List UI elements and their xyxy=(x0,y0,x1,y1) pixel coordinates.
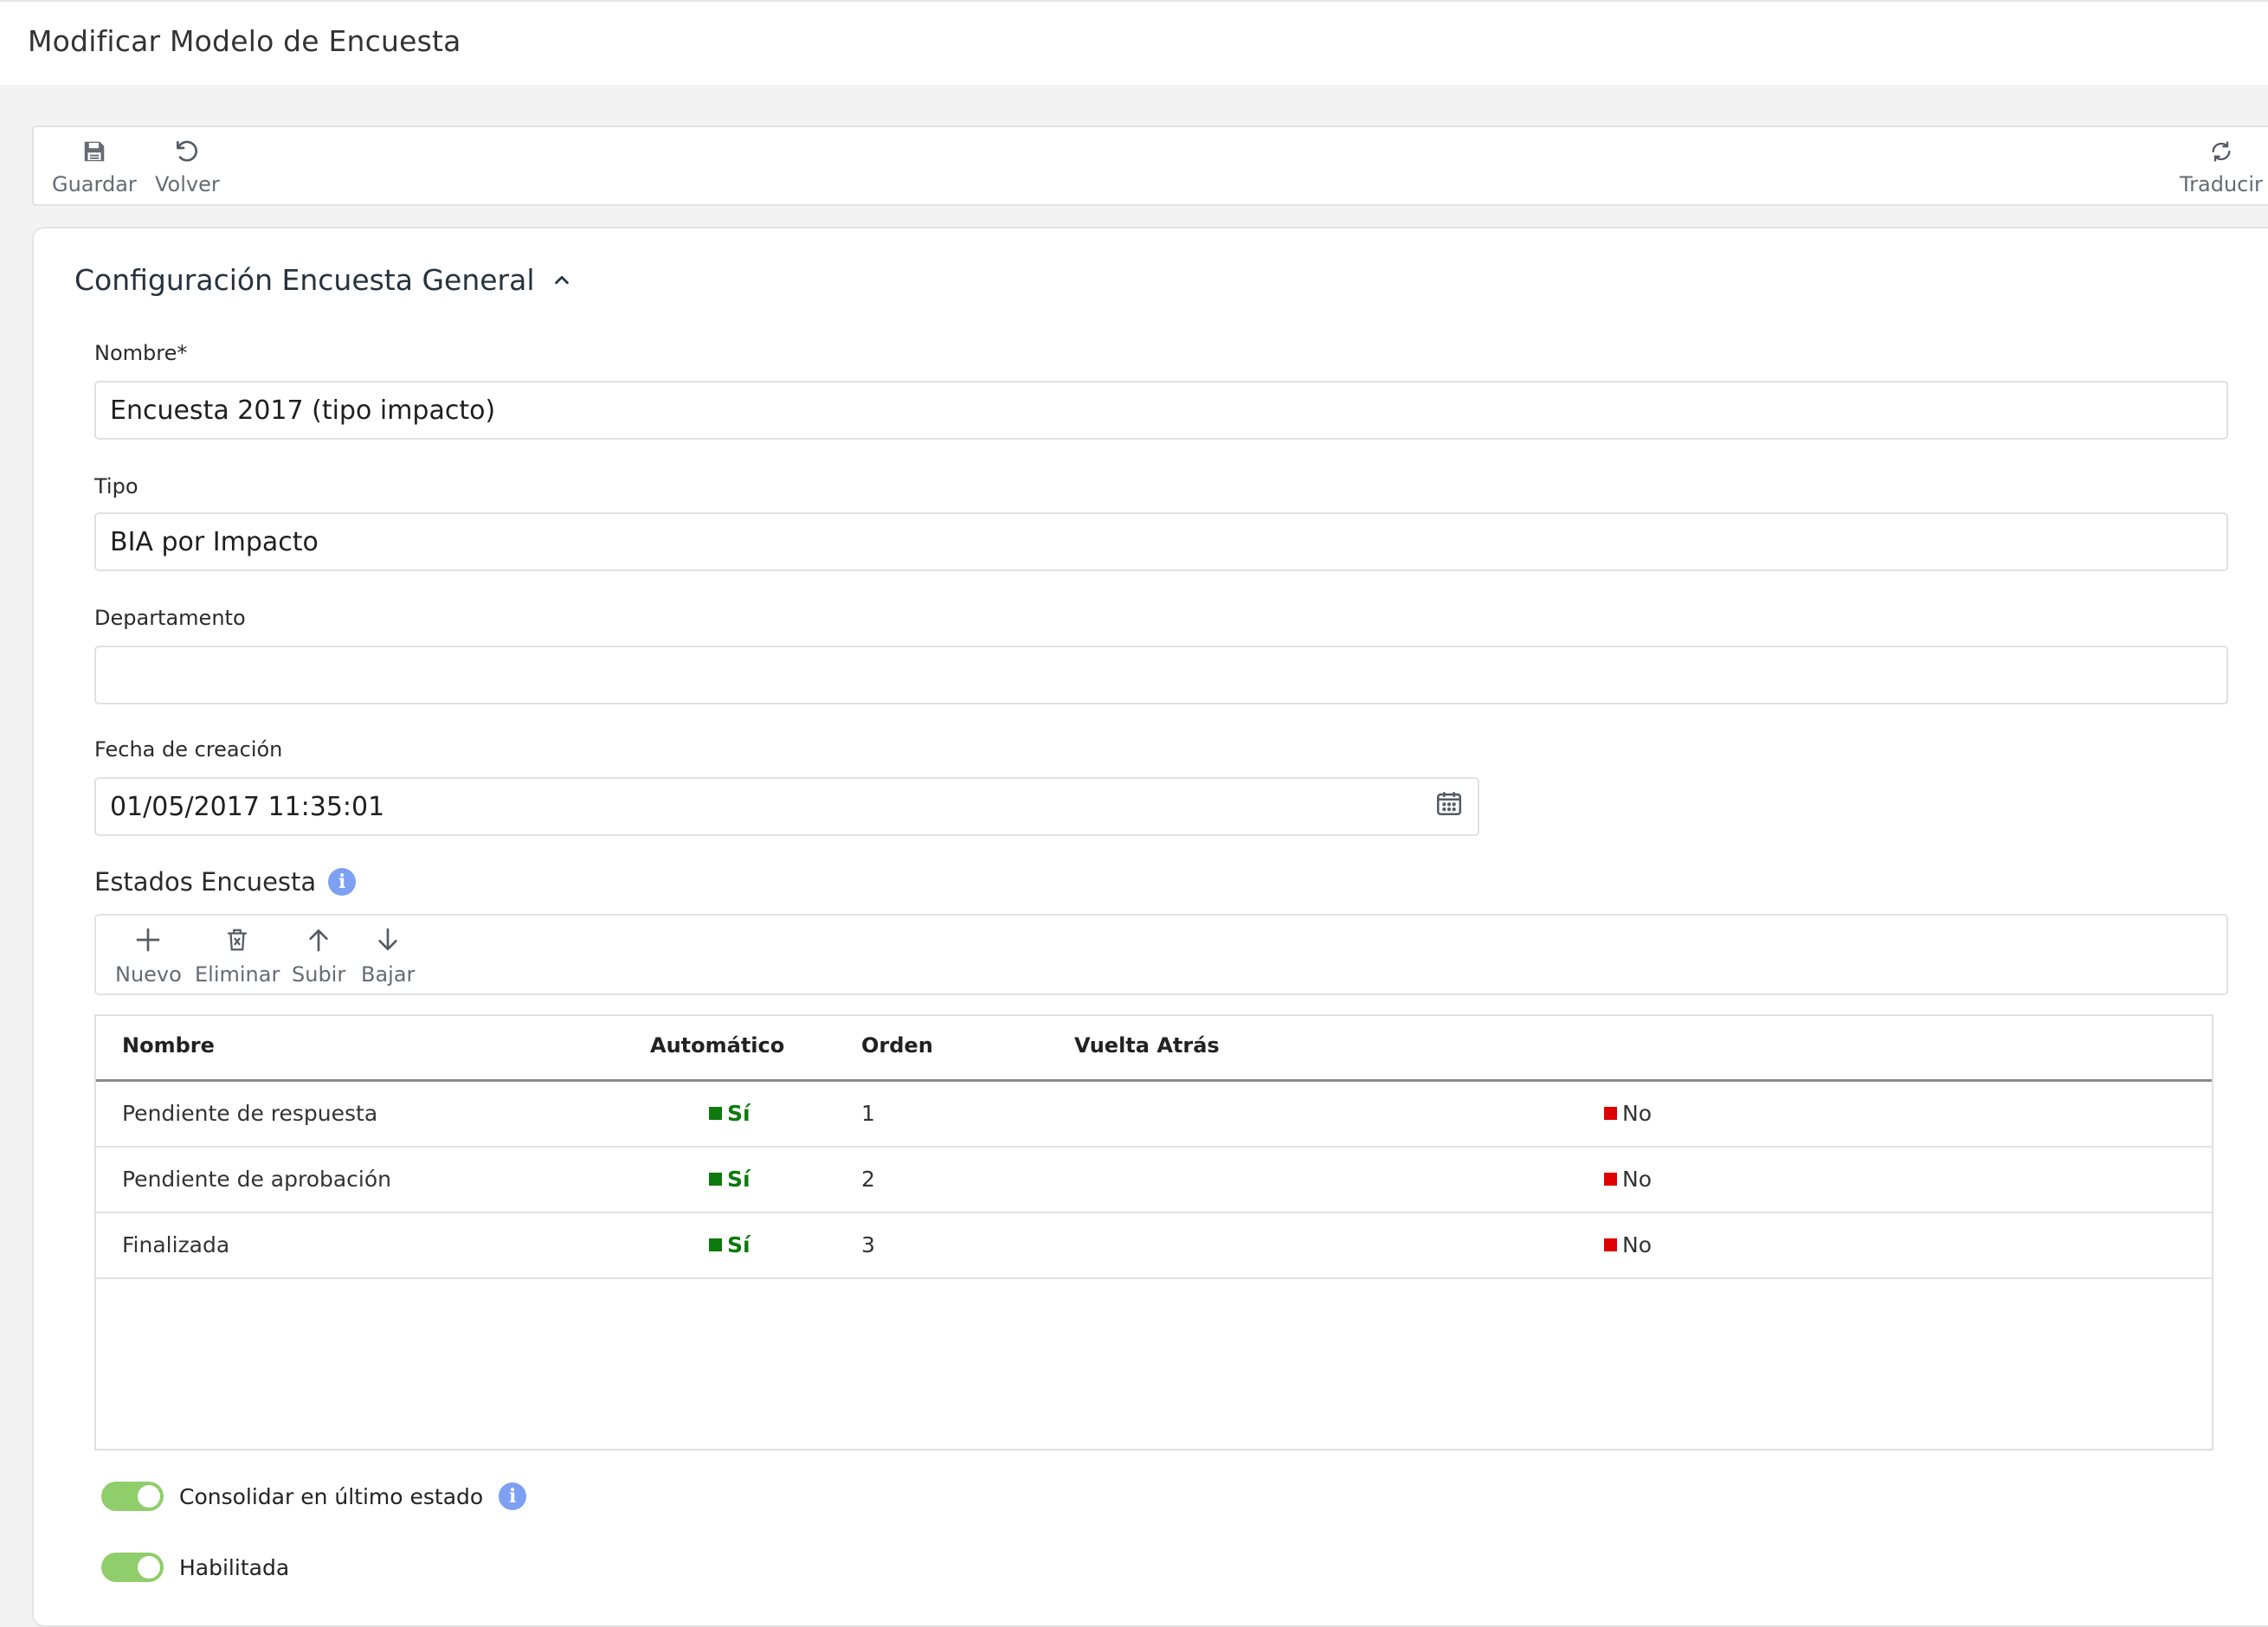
departamento-label: Departamento xyxy=(94,606,246,630)
plus-icon xyxy=(131,921,165,959)
vuelta-value: No xyxy=(1622,1101,1652,1126)
info-icon[interactable]: i xyxy=(499,1482,527,1510)
arrow-down-icon xyxy=(370,921,405,959)
status-square-green xyxy=(709,1173,722,1186)
automatico-value: Sí xyxy=(727,1232,751,1257)
cell-nombre: Pendiente de respuesta xyxy=(122,1101,378,1126)
toggle-knob xyxy=(138,1485,160,1508)
cell-orden: 2 xyxy=(861,1167,875,1192)
consolidar-row: Consolidar en último estado i xyxy=(101,1482,527,1511)
header-bar: Modificar Modelo de Encuesta xyxy=(0,0,2268,85)
fecha-value: 01/05/2017 11:35:01 xyxy=(110,791,385,822)
delete-label: Eliminar xyxy=(195,962,280,987)
habilitada-toggle[interactable] xyxy=(101,1553,164,1582)
cell-orden: 3 xyxy=(861,1232,875,1257)
section-header[interactable]: Configuración Encuesta General xyxy=(74,263,571,297)
col-vuelta-atras[interactable]: Vuelta Atrás xyxy=(1074,1033,1220,1058)
new-button[interactable]: Nuevo xyxy=(115,921,182,987)
delete-button[interactable]: Eliminar xyxy=(195,921,280,987)
nombre-value: Encuesta 2017 (tipo impacto) xyxy=(110,395,496,426)
vuelta-value: No xyxy=(1622,1167,1652,1192)
info-icon[interactable]: i xyxy=(328,868,357,896)
save-button[interactable]: Guardar xyxy=(52,134,137,196)
departamento-input[interactable] xyxy=(94,646,2228,704)
cell-vuelta: No xyxy=(1604,1232,1652,1257)
status-square-red xyxy=(1604,1173,1617,1186)
tipo-value: BIA por Impacto xyxy=(110,526,319,557)
col-orden[interactable]: Orden xyxy=(861,1033,933,1058)
cell-nombre: Pendiente de aprobación xyxy=(122,1167,392,1192)
estados-heading: Estados Encuesta i xyxy=(94,867,357,897)
calendar-icon[interactable] xyxy=(1434,788,1464,825)
estados-title: Estados Encuesta xyxy=(94,867,317,897)
tipo-select[interactable]: BIA por Impacto xyxy=(94,512,2228,571)
cell-automatico: Sí xyxy=(709,1232,751,1257)
table-row[interactable]: Pendiente de aprobación Sí 2 No xyxy=(96,1148,2212,1213)
status-square-green xyxy=(709,1238,722,1251)
vuelta-value: No xyxy=(1622,1232,1652,1257)
main-toolbar: Guardar Volver Traducir xyxy=(32,125,2268,206)
cell-automatico: Sí xyxy=(709,1101,751,1126)
config-card: Configuración Encuesta General Nombre* E… xyxy=(32,227,2268,1627)
habilitada-row: Habilitada xyxy=(101,1553,289,1582)
table-row[interactable]: Pendiente de respuesta Sí 1 No xyxy=(96,1082,2212,1148)
page-title: Modificar Modelo de Encuesta xyxy=(28,24,461,58)
new-label: Nuevo xyxy=(115,962,182,987)
save-label: Guardar xyxy=(52,172,137,196)
status-square-red xyxy=(1604,1107,1617,1120)
move-up-button[interactable]: Subir xyxy=(292,921,345,987)
automatico-value: Sí xyxy=(727,1167,751,1192)
cell-nombre: Finalizada xyxy=(122,1232,230,1257)
translate-button[interactable]: Traducir xyxy=(2180,134,2263,196)
consolidar-label: Consolidar en último estado xyxy=(179,1483,484,1509)
col-nombre[interactable]: Nombre xyxy=(122,1033,215,1058)
nombre-label: Nombre* xyxy=(94,341,188,365)
nombre-input[interactable]: Encuesta 2017 (tipo impacto) xyxy=(94,381,2228,440)
automatico-value: Sí xyxy=(727,1101,751,1126)
cell-vuelta: No xyxy=(1604,1167,1652,1192)
back-button[interactable]: Volver xyxy=(155,134,220,196)
habilitada-label: Habilitada xyxy=(179,1554,290,1580)
save-icon xyxy=(77,134,112,169)
estados-grid: Nombre Automático Orden Vuelta Atrás Pen… xyxy=(94,1014,2213,1450)
fecha-input[interactable]: 01/05/2017 11:35:01 xyxy=(94,777,1479,836)
down-label: Bajar xyxy=(361,962,416,987)
trash-icon xyxy=(220,921,255,959)
status-square-green xyxy=(709,1107,722,1120)
toggle-knob xyxy=(138,1556,160,1579)
tipo-label: Tipo xyxy=(94,474,139,498)
refresh-icon xyxy=(2204,134,2239,169)
consolidar-toggle[interactable] xyxy=(101,1482,164,1511)
translate-label: Traducir xyxy=(2180,172,2263,196)
cell-vuelta: No xyxy=(1604,1101,1652,1126)
up-label: Subir xyxy=(292,962,346,987)
cell-orden: 1 xyxy=(861,1101,875,1126)
status-square-red xyxy=(1604,1238,1617,1251)
col-automatico[interactable]: Automático xyxy=(650,1033,784,1058)
table-row[interactable]: Finalizada Sí 3 No xyxy=(96,1213,2212,1279)
fecha-label: Fecha de creación xyxy=(94,737,283,762)
cell-automatico: Sí xyxy=(709,1167,751,1192)
move-down-button[interactable]: Bajar xyxy=(361,921,415,987)
undo-icon xyxy=(170,134,204,169)
estados-toolbar: Nuevo Eliminar Subir Bajar xyxy=(94,914,2228,995)
section-title: Configuración Encuesta General xyxy=(74,263,535,297)
grid-header: Nombre Automático Orden Vuelta Atrás xyxy=(96,1016,2212,1082)
chevron-up-icon[interactable] xyxy=(552,263,571,297)
back-label: Volver xyxy=(155,172,220,196)
arrow-up-icon xyxy=(301,921,336,959)
